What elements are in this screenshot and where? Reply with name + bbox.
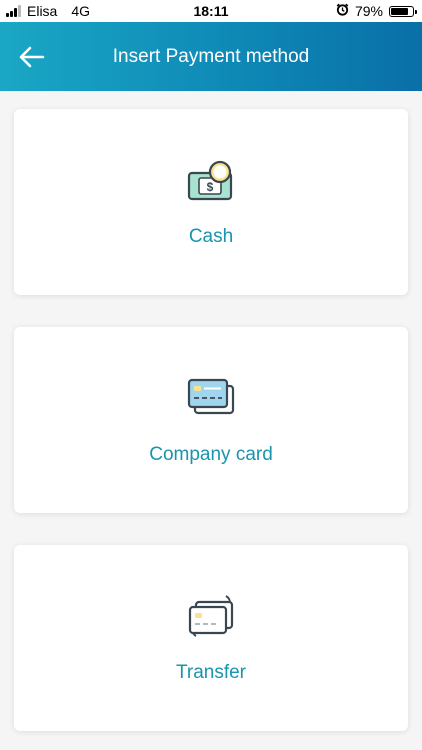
page-title: Insert Payment method xyxy=(112,46,310,67)
payment-option-company-card[interactable]: Company card xyxy=(14,327,408,513)
battery-fill xyxy=(391,7,408,15)
payment-option-label: Cash xyxy=(188,226,234,247)
battery-icon xyxy=(389,5,417,17)
payment-option-label: Company card xyxy=(149,444,273,465)
payment-option-label: Transfer xyxy=(175,662,247,683)
cards-icon xyxy=(187,378,235,423)
payment-option-cash[interactable]: $ Cash xyxy=(14,109,408,295)
payment-option-transfer[interactable]: Transfer xyxy=(14,545,408,731)
battery-percent: 79% xyxy=(354,3,383,19)
cash-icon: $ xyxy=(187,159,235,208)
app-header: Insert Payment method xyxy=(0,22,422,91)
status-bar: Elisa 4G 18:11 79% xyxy=(0,0,422,22)
svg-text:$: $ xyxy=(207,180,214,194)
alarm-icon xyxy=(336,3,349,19)
transfer-icon xyxy=(186,592,236,645)
status-right: 79% xyxy=(336,3,417,19)
